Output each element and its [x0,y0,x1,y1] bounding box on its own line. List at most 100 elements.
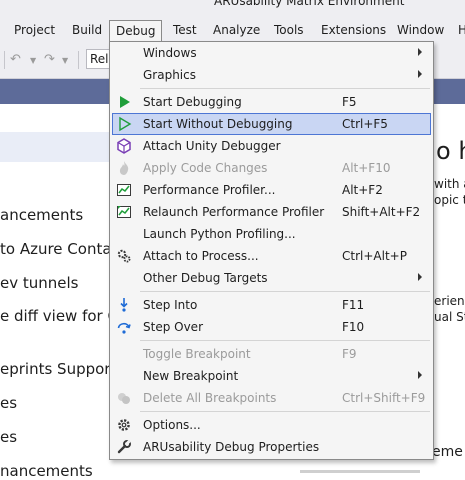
menu-extensions[interactable]: Extensions [321,20,386,42]
step-over-icon [117,322,131,334]
content-text: eme [432,444,463,460]
wrench-icon [117,439,131,454]
content-heading: o ha [436,137,465,165]
submenu-arrow-icon [418,273,422,281]
menu-item-shortcut: Ctrl+Alt+P [342,249,407,263]
menu-build[interactable]: Build [72,20,102,42]
submenu-arrow-icon [418,70,422,78]
unity-cube-icon [117,138,131,154]
menu-item-label: Delete All Breakpoints [143,391,277,405]
list-item[interactable]: eprints Support [0,360,116,378]
undo-icon[interactable]: ↶ [10,52,21,67]
menu-item-shortcut: F10 [342,320,365,334]
menu-item-start-without-debugging[interactable]: Start Without Debugging Ctrl+F5 [112,113,431,135]
menu-item-shortcut: Alt+F10 [342,161,391,175]
menu-item-label: Attach to Process... [143,249,259,263]
menu-item-label: Relaunch Performance Profiler [143,205,325,219]
menu-item-step-into[interactable]: Step Into F11 [112,294,431,316]
menu-item-label: Start Debugging [143,95,242,109]
menu-item-delete-all-breakpoints: Delete All Breakpoints Ctrl+Shift+F9 [112,387,431,409]
menu-test[interactable]: Test [173,20,197,42]
menu-item-shortcut: F5 [342,95,357,109]
menu-item-label: Other Debug Targets [143,271,268,285]
menu-item-label: Performance Profiler... [143,183,276,197]
menu-item-start-debugging[interactable]: Start Debugging F5 [112,91,431,113]
menu-item-other-debug-targets[interactable]: Other Debug Targets [112,267,431,289]
menu-tools[interactable]: Tools [274,20,304,42]
menu-item-relaunch-performance-profiler[interactable]: Relaunch Performance Profiler Shift+Alt+… [112,201,431,223]
undo-dropdown-icon[interactable]: ▼ [30,56,36,65]
step-into-icon [120,298,128,312]
menu-item-label: Step Over [143,320,203,334]
menu-item-new-breakpoint[interactable]: New Breakpoint [112,365,431,387]
menu-item-arusability-debug-properties[interactable]: ARUsability Debug Properties [112,436,431,458]
content-text: erience [434,294,465,308]
list-item[interactable]: ancements [0,206,83,224]
list-item[interactable]: nancements [0,462,93,480]
menu-separator [140,411,430,412]
list-item[interactable]: es [0,428,17,446]
menu-item-attach-to-process[interactable]: Attach to Process... Ctrl+Alt+P [112,245,431,267]
list-item[interactable]: ev tunnels [0,274,79,292]
menu-item-label: Graphics [143,68,196,82]
list-item[interactable]: es [0,394,17,412]
profiler-relaunch-icon [117,206,131,218]
menu-separator [140,291,430,292]
submenu-arrow-icon [418,48,422,56]
window-title: ARUsability Matrix Environment [214,0,405,8]
menu-item-performance-profiler[interactable]: Performance Profiler... Alt+F2 [112,179,431,201]
menu-item-shortcut: F11 [342,298,365,312]
menu-item-shortcut: Ctrl+F5 [342,117,388,131]
menu-item-shortcut: F9 [342,347,357,361]
menu-item-label: Toggle Breakpoint [143,347,251,361]
toolbar-separator [78,51,79,69]
menu-item-label: ARUsability Debug Properties [143,440,320,454]
toolbar-separator [4,51,5,69]
delete-breakpoints-icon [118,393,130,404]
content-text: with ar [434,177,465,191]
menu-item-label: Windows [143,46,197,60]
menu-item-apply-code-changes: Apply Code Changes Alt+F10 [112,157,431,179]
play-outline-icon [119,116,132,132]
menu-separator [140,340,430,341]
menu-item-shortcut: Ctrl+Shift+F9 [342,391,426,405]
menu-item-label: New Breakpoint [143,369,239,383]
menu-item-attach-unity-debugger[interactable]: Attach Unity Debugger [112,135,431,157]
content-text: opic t [434,193,465,207]
submenu-arrow-icon [418,371,422,379]
options-gear-icon [118,419,130,431]
menu-item-label: Attach Unity Debugger [143,139,281,153]
menu-help[interactable]: H [458,20,465,42]
menu-item-label: Start Without Debugging [143,117,293,131]
selected-list-row [0,132,110,162]
menu-bar: Project Build Debug Test Analyze Tools E… [0,20,465,42]
menu-item-step-over[interactable]: Step Over F10 [112,316,431,338]
menu-window[interactable]: Window [397,20,444,42]
menu-item-label: Apply Code Changes [143,161,268,175]
menu-item-launch-python-profiling[interactable]: Launch Python Profiling... [112,223,431,245]
hot-reload-flame-icon [119,161,129,175]
menu-analyze[interactable]: Analyze [213,20,260,42]
attach-process-gears-icon [117,249,131,263]
play-filled-icon [120,96,130,108]
profiler-chart-icon [117,184,131,196]
menu-item-label: Options... [143,418,201,432]
title-bar: ARUsability Matrix Environment [0,0,465,20]
menu-debug[interactable]: Debug [109,20,163,41]
menu-separator [140,88,430,89]
debug-menu-dropdown: Windows Graphics Start Debugging F5 Star… [109,41,434,460]
menu-item-shortcut: Alt+F2 [342,183,383,197]
content-text: ual Stu [434,310,465,324]
menu-item-shortcut: Shift+Alt+F2 [342,205,421,219]
content-faint-line [300,470,420,473]
redo-dropdown-icon[interactable]: ▼ [62,56,68,65]
menu-item-options[interactable]: Options... [112,414,431,436]
menu-item-label: Launch Python Profiling... [143,227,296,241]
menu-item-graphics[interactable]: Graphics [112,64,431,86]
menu-item-toggle-breakpoint: Toggle Breakpoint F9 [112,343,431,365]
redo-icon[interactable]: ↷ [44,52,55,67]
menu-project[interactable]: Project [14,20,55,42]
menu-item-label: Step Into [143,298,198,312]
list-item[interactable]: to Azure Contai [0,240,116,258]
menu-item-windows[interactable]: Windows [112,42,431,64]
